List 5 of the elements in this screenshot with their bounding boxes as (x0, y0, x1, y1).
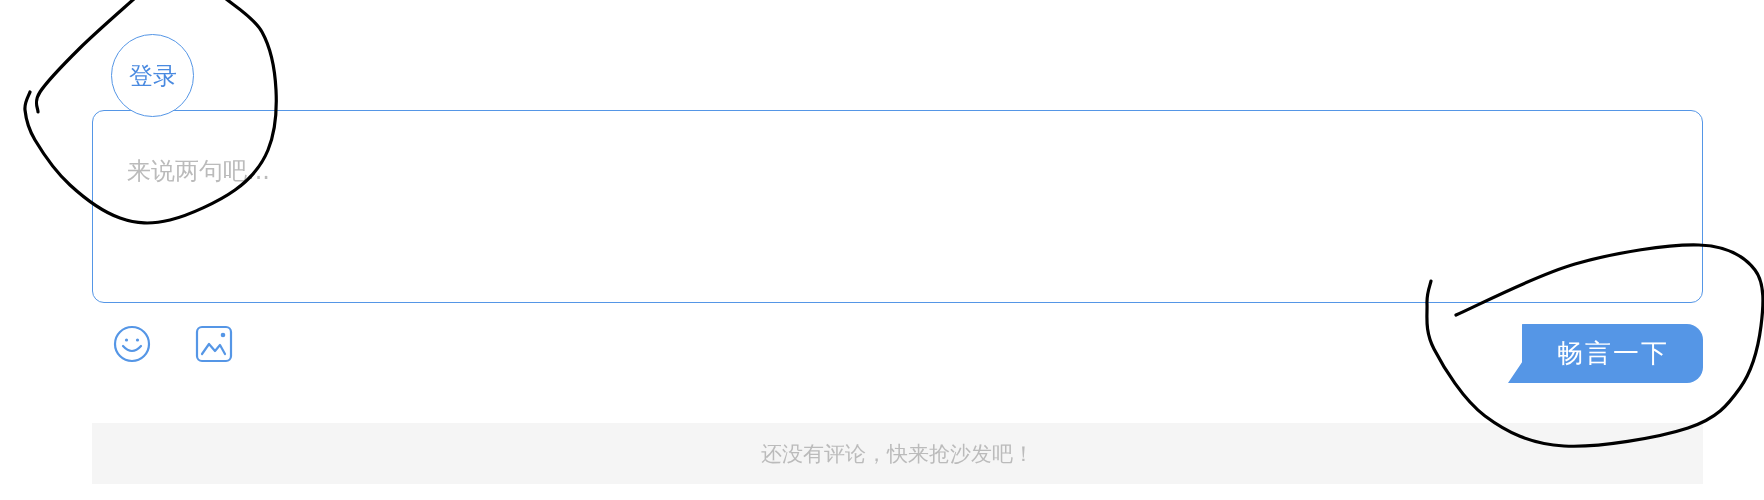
empty-comments-notice: 还没有评论，快来抢沙发吧！ (92, 423, 1703, 484)
image-icon[interactable] (194, 324, 234, 364)
submit-button[interactable]: 畅言一下 (1508, 324, 1703, 383)
login-button[interactable]: 登录 (111, 34, 194, 117)
smiley-icon[interactable] (112, 324, 152, 364)
